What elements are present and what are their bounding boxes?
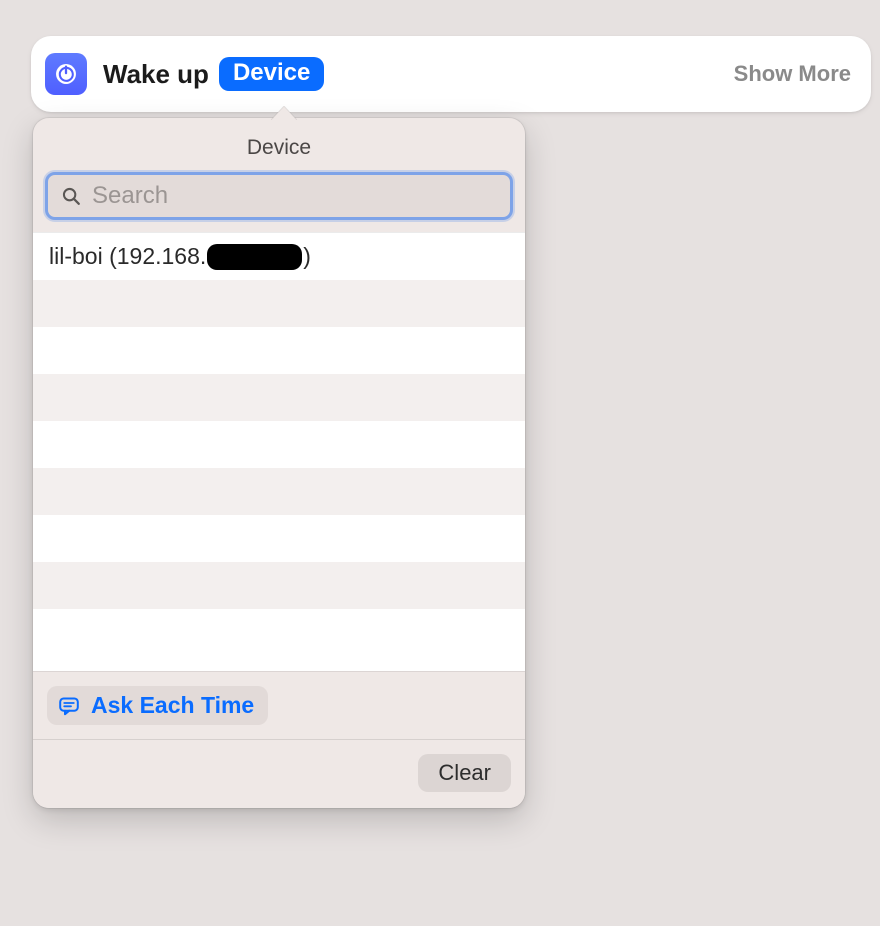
ask-each-time-button[interactable]: Ask Each Time bbox=[47, 686, 268, 725]
param-badge-device[interactable]: Device bbox=[219, 57, 324, 92]
show-more-button[interactable]: Show More bbox=[734, 61, 851, 87]
ask-each-time-icon bbox=[57, 694, 81, 718]
search-wrap bbox=[33, 172, 525, 232]
device-picker-popover: Device lil-boi (192.168.) Ask Each Time … bbox=[33, 118, 525, 808]
device-list: lil-boi (192.168.) bbox=[33, 232, 525, 671]
action-card: Wake up Device Show More bbox=[31, 36, 871, 112]
ask-each-time-label: Ask Each Time bbox=[91, 692, 254, 719]
device-name: lil-boi (192.168. bbox=[49, 243, 206, 270]
list-item bbox=[33, 609, 525, 656]
list-item bbox=[33, 515, 525, 562]
popover-title: Device bbox=[33, 118, 525, 172]
search-input[interactable] bbox=[92, 182, 498, 210]
search-icon bbox=[60, 185, 82, 207]
ask-each-time-bar: Ask Each Time bbox=[33, 671, 525, 739]
list-item bbox=[33, 562, 525, 609]
action-app-icon bbox=[45, 53, 87, 95]
list-item bbox=[33, 280, 525, 327]
popover-arrow bbox=[271, 106, 297, 120]
list-item[interactable]: lil-boi (192.168.) bbox=[33, 233, 525, 280]
power-icon bbox=[53, 61, 79, 87]
search-field[interactable] bbox=[45, 172, 513, 220]
list-item bbox=[33, 468, 525, 515]
popover-footer: Clear bbox=[33, 739, 525, 808]
list-item bbox=[33, 421, 525, 468]
redacted-ip bbox=[207, 244, 302, 270]
list-item bbox=[33, 327, 525, 374]
clear-button[interactable]: Clear bbox=[418, 754, 511, 792]
list-item bbox=[33, 374, 525, 421]
action-label: Wake up bbox=[103, 59, 209, 90]
